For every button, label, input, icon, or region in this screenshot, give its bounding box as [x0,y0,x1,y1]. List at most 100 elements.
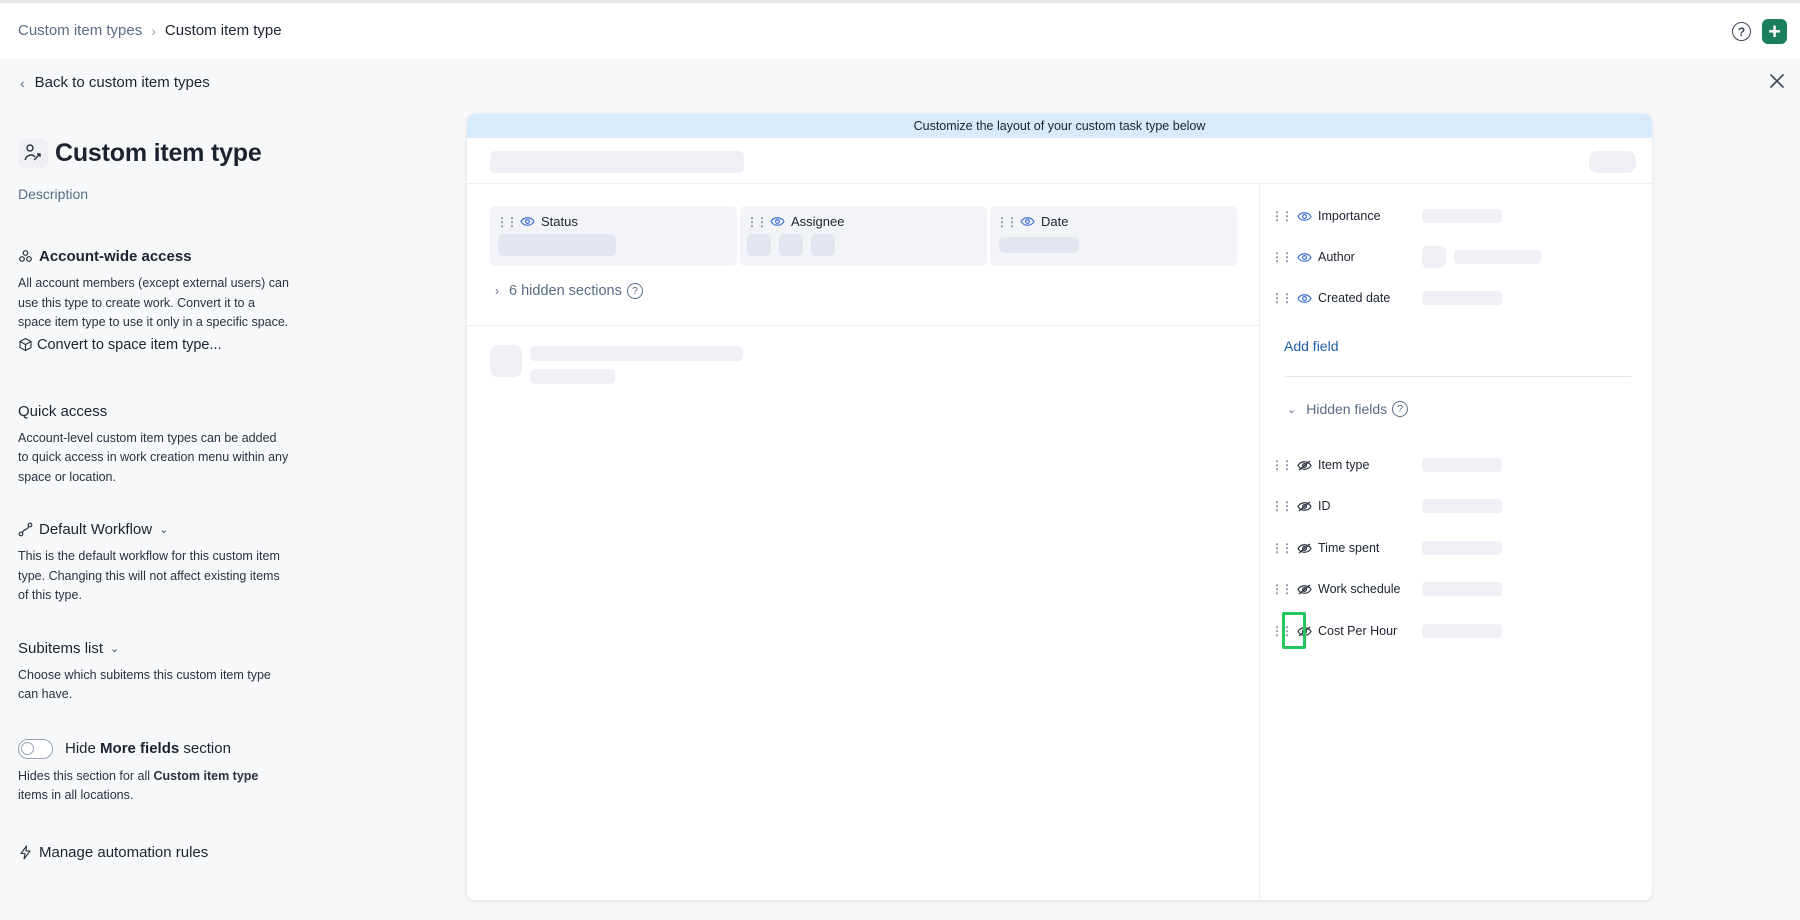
date-placeholder [999,237,1079,253]
divider [1259,184,1260,900]
manage-automation-label: Manage automation rules [39,843,209,861]
page-title[interactable]: Custom item type [55,139,262,168]
date-column[interactable]: ⋮⋮ Date [990,206,1237,266]
field-label: Time spent [1318,541,1380,555]
drag-handle-icon[interactable]: ⋮⋮ [1271,250,1293,264]
field-label: Author [1318,250,1355,264]
field-created-date[interactable]: ⋮⋮ Created date [1271,288,1502,308]
default-workflow-dropdown[interactable]: Default Workflow ⌄ [18,521,290,538]
eye-icon[interactable] [520,216,535,227]
chevron-down-icon: ⌄ [159,524,169,536]
eye-off-icon[interactable] [1297,460,1312,471]
help-icon[interactable]: ? [1732,22,1751,41]
status-column-label: Status [541,214,578,229]
layout-banner: Customize the layout of your custom task… [467,114,1652,138]
hidden-field-time-spent[interactable]: ⋮⋮ Time spent [1271,538,1502,558]
convert-label: Convert to space item type... [37,336,222,353]
avatar-placeholder [811,234,835,256]
drag-handle-icon[interactable]: ⋮⋮ [1271,499,1293,513]
text-placeholder [530,346,743,361]
hidden-field-item-type[interactable]: ⋮⋮ Item type [1271,455,1502,475]
chevron-right-icon: › [495,284,499,298]
lightning-icon [18,844,33,860]
quick-access-heading: Quick access [18,402,108,420]
help-icon[interactable]: ? [1392,401,1409,417]
description-field[interactable]: Description [18,186,290,202]
action-placeholder [1589,151,1636,173]
default-workflow-label: Default Workflow [39,521,153,538]
hidden-field-work-schedule[interactable]: ⋮⋮ Work schedule [1271,579,1502,599]
hidden-fields-label: Hidden fields [1306,401,1388,417]
field-label: Work schedule [1318,582,1401,596]
account-access-title: Account-wide access [39,248,192,265]
text-placeholder [530,369,615,384]
focus-highlight [1282,612,1306,649]
drag-handle-icon[interactable]: ⋮⋮ [1271,458,1293,472]
eye-off-icon[interactable] [1297,501,1312,512]
title-placeholder [490,151,744,173]
value-placeholder [1422,499,1502,513]
value-placeholder [1422,458,1502,472]
avatar-placeholder [747,234,771,256]
breadcrumb-custom-item-types[interactable]: Custom item types [18,22,142,39]
chevron-down-icon: ⌄ [1287,403,1297,416]
hidden-sections-toggle[interactable]: › 6 hidden sections ? [495,283,643,299]
add-field-button[interactable]: Add field [1284,338,1338,354]
divider [467,325,1259,326]
breadcrumb: Custom item types › Custom item type [18,22,282,39]
field-author[interactable]: ⋮⋮ Author [1271,246,1541,268]
hide-more-fields-toggle[interactable] [18,738,53,759]
back-label: Back to custom item types [34,74,210,91]
back-link[interactable]: ‹ Back to custom item types [20,74,210,91]
field-label: Item type [1318,458,1370,472]
cube-icon [18,337,33,352]
layout-editor-card: Customize the layout of your custom task… [467,114,1652,900]
eye-icon[interactable] [1297,293,1312,304]
close-icon[interactable] [1767,71,1787,91]
drag-handle-icon[interactable]: ⋮⋮ [1271,209,1293,223]
avatar-placeholder [779,234,803,256]
people-icon [18,249,33,264]
drag-handle-icon[interactable]: ⋮⋮ [1271,582,1293,596]
field-label: ID [1318,499,1331,513]
field-label: Importance [1318,209,1381,223]
field-importance[interactable]: ⋮⋮ Importance [1271,206,1502,226]
convert-to-space-button[interactable]: Convert to space item type... [18,337,290,353]
help-icon[interactable]: ? [626,283,643,299]
value-placeholder [1422,582,1502,596]
subitems-list-label: Subitems list [18,639,104,657]
hidden-fields-toggle[interactable]: ⌄ Hidden fields ? [1287,401,1409,417]
eye-icon[interactable] [1297,211,1312,222]
drag-handle-icon[interactable]: ⋮⋮ [496,215,518,229]
manage-automation-rules-button[interactable]: Manage automation rules [18,844,290,861]
field-label: Created date [1318,291,1391,305]
value-placeholder [1422,541,1502,555]
left-panel: Custom item type Description Account-wid… [18,138,290,870]
chevron-down-icon: ⌄ [110,642,120,655]
breadcrumb-separator-icon: › [151,22,156,39]
divider [1285,376,1631,377]
subitems-list-dropdown[interactable]: Subitems list ⌄ [18,640,290,657]
eye-icon[interactable] [1020,216,1035,227]
add-button[interactable]: + [1762,19,1787,44]
eye-icon[interactable] [1297,252,1312,263]
assignee-column[interactable]: ⋮⋮ Assignee [740,206,987,266]
custom-item-type-icon[interactable] [18,138,48,168]
eye-off-icon[interactable] [1297,584,1312,595]
eye-icon[interactable] [770,216,785,227]
drag-handle-icon[interactable]: ⋮⋮ [996,215,1018,229]
eye-off-icon[interactable] [1297,543,1312,554]
breadcrumb-current: Custom item type [164,22,282,39]
hidden-field-id[interactable]: ⋮⋮ ID [1271,496,1502,516]
quick-access-text: Account-level custom item types can be a… [18,430,289,484]
account-access-heading: Account-wide access [18,248,290,265]
value-placeholder [1454,250,1541,264]
status-column[interactable]: ⋮⋮ Status [490,206,737,266]
divider [467,183,1652,184]
drag-handle-icon[interactable]: ⋮⋮ [1271,541,1293,555]
chevron-left-icon: ‹ [20,74,25,91]
drag-handle-icon[interactable]: ⋮⋮ [746,215,768,229]
drag-handle-icon[interactable]: ⋮⋮ [1271,291,1293,305]
status-placeholder [498,234,616,256]
account-access-text: All account members (except external use… [18,276,289,329]
